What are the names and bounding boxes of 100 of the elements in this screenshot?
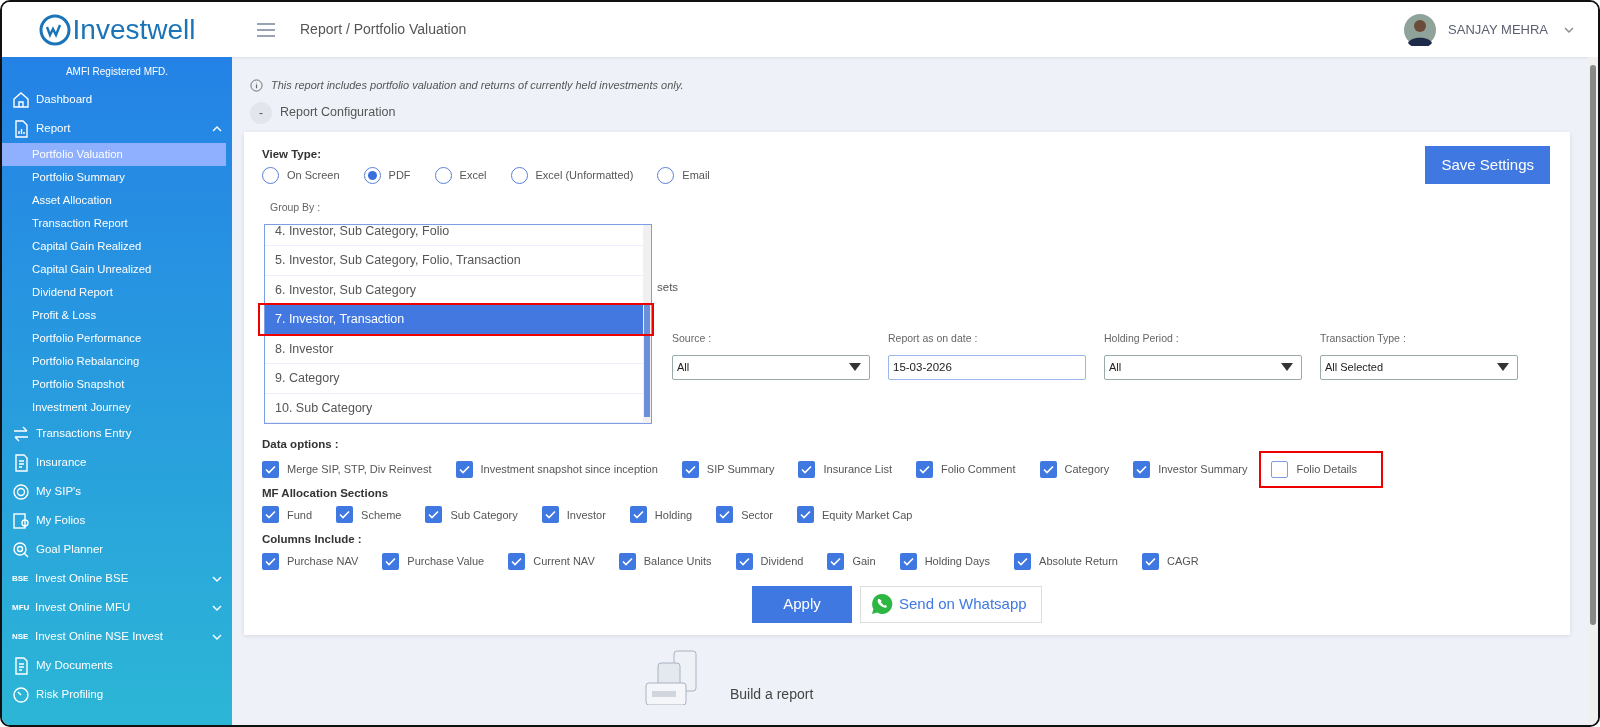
list-option[interactable]: 8. Investor [265, 334, 643, 365]
checkbox[interactable] [899, 552, 917, 570]
folio-icon [12, 511, 30, 530]
avatar[interactable] [1404, 13, 1437, 46]
checkbox[interactable] [262, 506, 279, 524]
checkbox[interactable] [508, 552, 526, 570]
checkbox[interactable] [455, 460, 473, 478]
sidebar-subitem[interactable]: Portfolio Rebalancing [2, 350, 226, 373]
checkbox[interactable] [796, 506, 814, 524]
breadcrumb: Report / Portfolio Valuation [300, 20, 467, 39]
checkbox[interactable] [716, 506, 734, 524]
checkbox-label: Folio Comment [940, 461, 1016, 477]
sidebar-subitem[interactable]: Capital Gain Unrealized [2, 258, 226, 281]
list-option[interactable]: 7. Investor, Transaction [265, 305, 643, 335]
checkmark-icon [428, 510, 440, 520]
scrollbar[interactable] [643, 224, 651, 423]
menu-icon[interactable] [256, 21, 276, 38]
field-label: Group By : [269, 200, 322, 215]
dropdown-field[interactable]: All [672, 354, 870, 380]
checkmark-icon [265, 510, 276, 520]
dropdown-arrow-icon[interactable] [1281, 363, 1293, 371]
checkbox[interactable] [681, 460, 699, 478]
logo-icon [38, 13, 71, 46]
sidebar-item[interactable]: Dashboard [36, 90, 222, 109]
checkbox-label: Absolute Return [1039, 553, 1118, 569]
sidebar-subitem[interactable]: Capital Gain Realized [2, 235, 226, 258]
dropdown-arrow-icon[interactable] [849, 363, 861, 371]
checkmark-icon [339, 510, 351, 520]
sidebar-item[interactable]: Insurance [36, 453, 222, 472]
sidebar-subitem[interactable]: Investment Journey [2, 396, 226, 419]
checkbox[interactable] [1014, 552, 1032, 570]
group-by-listbox[interactable]: 4. Investor, Sub Category, Folio 5. Investor, Sub Category, Folio, Transaction 6. Investor, Sub Category 7. Investor, Transaction 8. Investor 9. Category 10. Sub Category [264, 223, 652, 424]
collapse-toggle[interactable]: - [250, 101, 272, 124]
scrollbar[interactable] [1588, 57, 1598, 725]
whatsapp-button[interactable]: Send on Whatsapp [860, 585, 1042, 623]
save-settings-button[interactable]: Save Settings [1425, 145, 1550, 184]
checkbox[interactable] [262, 552, 279, 570]
checkbox[interactable] [735, 552, 753, 570]
dropdown-arrow-icon[interactable] [1497, 363, 1509, 371]
checkbox[interactable] [618, 552, 636, 570]
checkbox[interactable] [827, 552, 845, 570]
chevron-up-icon[interactable] [212, 125, 222, 132]
sidebar-subitem[interactable]: Portfolio Valuation [2, 143, 226, 166]
gauge-icon [12, 685, 30, 704]
list-option[interactable]: 4. Investor, Sub Category, Folio [265, 224, 643, 247]
date-field[interactable]: 15-03-2026 [888, 354, 1086, 380]
checkbox[interactable] [336, 506, 354, 524]
target-icon [12, 482, 30, 501]
checkbox-label: Folio Details [1296, 461, 1357, 477]
checkbox[interactable] [629, 506, 647, 524]
sidebar-item[interactable]: My Folios [36, 511, 222, 530]
dropdown-field[interactable]: All [1104, 354, 1302, 380]
sidebar-item[interactable]: Invest Online NSE Invest [35, 627, 206, 646]
checkbox[interactable] [915, 460, 933, 478]
list-option[interactable]: 5. Investor, Sub Category, Folio, Transaction [265, 246, 643, 276]
sidebar-subitem[interactable]: Portfolio Performance [2, 327, 226, 350]
sidebar-item[interactable]: My Documents [36, 656, 222, 675]
swap-arrows-icon [12, 424, 30, 443]
goal-icon [12, 540, 30, 559]
field-label: View Type: [262, 146, 322, 162]
sidebar-subitem[interactable]: Portfolio Snapshot [2, 373, 226, 396]
checkmark-icon [902, 556, 914, 566]
checkbox[interactable] [382, 552, 400, 570]
sidebar-subitem[interactable]: Profit & Loss [2, 304, 226, 327]
checkbox[interactable] [262, 460, 279, 478]
sidebar-item[interactable]: Risk Profiling [36, 685, 222, 704]
checkbox[interactable] [541, 506, 559, 524]
checkmark-icon [1145, 556, 1156, 566]
dropdown-field[interactable]: All Selected [1320, 354, 1518, 380]
checkbox[interactable] [1039, 460, 1057, 478]
sidebar-subitem[interactable]: Portfolio Summary [2, 166, 226, 189]
checkbox[interactable] [1133, 460, 1151, 478]
checkbox[interactable] [425, 506, 443, 524]
sidebar-subitem[interactable]: Dividend Report [2, 281, 226, 304]
checkmark-icon [544, 510, 556, 520]
field-label: Report as on date : [888, 330, 979, 346]
sidebar-item[interactable]: Transactions Entry [36, 424, 222, 443]
notice-text: This report includes portfolio valuation and returns of currently held investments only. [271, 78, 684, 93]
checkbox[interactable] [798, 460, 816, 478]
checkmark-icon [801, 464, 813, 474]
checkbox[interactable] [1142, 552, 1159, 570]
sidebar-item[interactable]: Invest Online MFU [35, 598, 206, 617]
radio-label: PDF [388, 168, 411, 183]
sidebar-item[interactable]: Invest Online BSE [35, 569, 206, 588]
info-icon [250, 78, 263, 92]
apply-button[interactable]: Apply [752, 585, 852, 623]
checkbox-label: Merge SIP, STP, Div Reinvest [287, 461, 432, 477]
sidebar-subitem[interactable]: Asset Allocation [2, 189, 226, 212]
sidebar-item[interactable]: My SIP's [36, 482, 222, 501]
sidebar-subitem[interactable]: Transaction Report [2, 212, 226, 235]
list-option[interactable]: 9. Category [265, 364, 643, 394]
list-option[interactable]: 10. Sub Category [265, 393, 643, 423]
sidebar-item[interactable]: Goal Planner [36, 540, 222, 559]
sidebar-item[interactable]: Report [36, 119, 206, 138]
user-name[interactable]: SANJAY MEHRA [1448, 19, 1548, 40]
document-icon [12, 656, 30, 675]
checkbox-label: Holding Days [924, 553, 991, 569]
checkbox[interactable] [1271, 460, 1289, 478]
chevron-down-icon[interactable] [1564, 26, 1574, 33]
checkbox-label: Current NAV [533, 553, 595, 569]
